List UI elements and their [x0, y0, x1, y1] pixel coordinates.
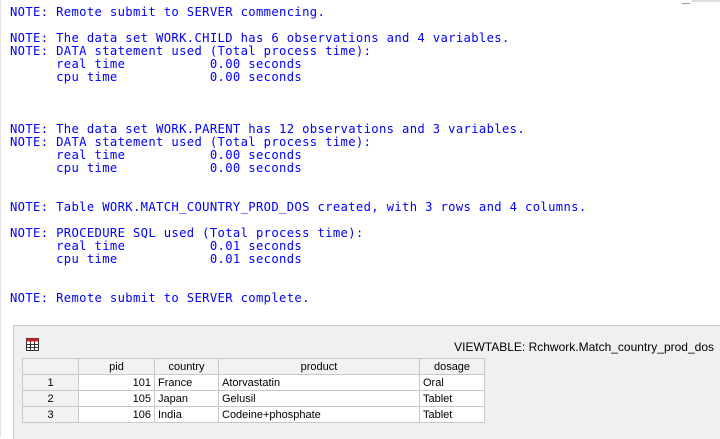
cell-dosage[interactable]: Tablet [419, 390, 485, 407]
cell-product[interactable]: Atorvastatin [218, 374, 420, 391]
row-number[interactable]: 1 [22, 374, 79, 391]
cell-product[interactable]: Codeine+phosphate [218, 406, 420, 423]
log-line: NOTE: Remote submit to SERVER commencing… [10, 5, 326, 19]
row-number[interactable]: 2 [22, 390, 79, 407]
cell-country[interactable]: India [154, 406, 219, 423]
cell-country[interactable]: France [154, 374, 219, 391]
window-edge-tick [682, 0, 690, 4]
header-row: pid country product dosage [22, 358, 485, 375]
table-row[interactable]: 2 105 Japan Gelusil Tablet [22, 390, 485, 407]
column-header-product[interactable]: product [218, 358, 420, 375]
cell-dosage[interactable]: Tablet [419, 406, 485, 423]
cell-pid[interactable]: 105 [78, 390, 155, 407]
cell-pid[interactable]: 101 [78, 374, 155, 391]
table-icon [26, 338, 39, 351]
column-header-pid[interactable]: pid [78, 358, 155, 375]
corner-header[interactable] [22, 358, 79, 375]
top-window-edge [0, 0, 720, 4]
row-number[interactable]: 3 [22, 406, 79, 423]
log-line: NOTE: Remote submit to SERVER complete. [10, 291, 310, 305]
window-edge-strip [692, 0, 720, 2]
log-line: cpu time 0.00 seconds [10, 70, 303, 84]
viewtable-title: VIEWTABLE: Rchwork.Match_country_prod_do… [454, 340, 714, 354]
log-line: cpu time 0.00 seconds [10, 161, 303, 175]
column-header-dosage[interactable]: dosage [419, 358, 485, 375]
log-left-border [0, 0, 1, 438]
column-header-country[interactable]: country [154, 358, 219, 375]
cell-product[interactable]: Gelusil [218, 390, 420, 407]
cell-dosage[interactable]: Oral [419, 374, 485, 391]
data-grid[interactable]: pid country product dosage 1 101 France … [22, 358, 485, 423]
table-row[interactable]: 3 106 India Codeine+phosphate Tablet [22, 406, 485, 423]
cell-pid[interactable]: 106 [78, 406, 155, 423]
cell-country[interactable]: Japan [154, 390, 219, 407]
table-row[interactable]: 1 101 France Atorvastatin Oral [22, 374, 485, 391]
viewtable-window[interactable]: VIEWTABLE: Rchwork.Match_country_prod_do… [13, 325, 720, 439]
log-line: NOTE: Table WORK.MATCH_COUNTRY_PROD_DOS … [10, 200, 587, 214]
log-line: cpu time 0.01 seconds [10, 252, 303, 266]
